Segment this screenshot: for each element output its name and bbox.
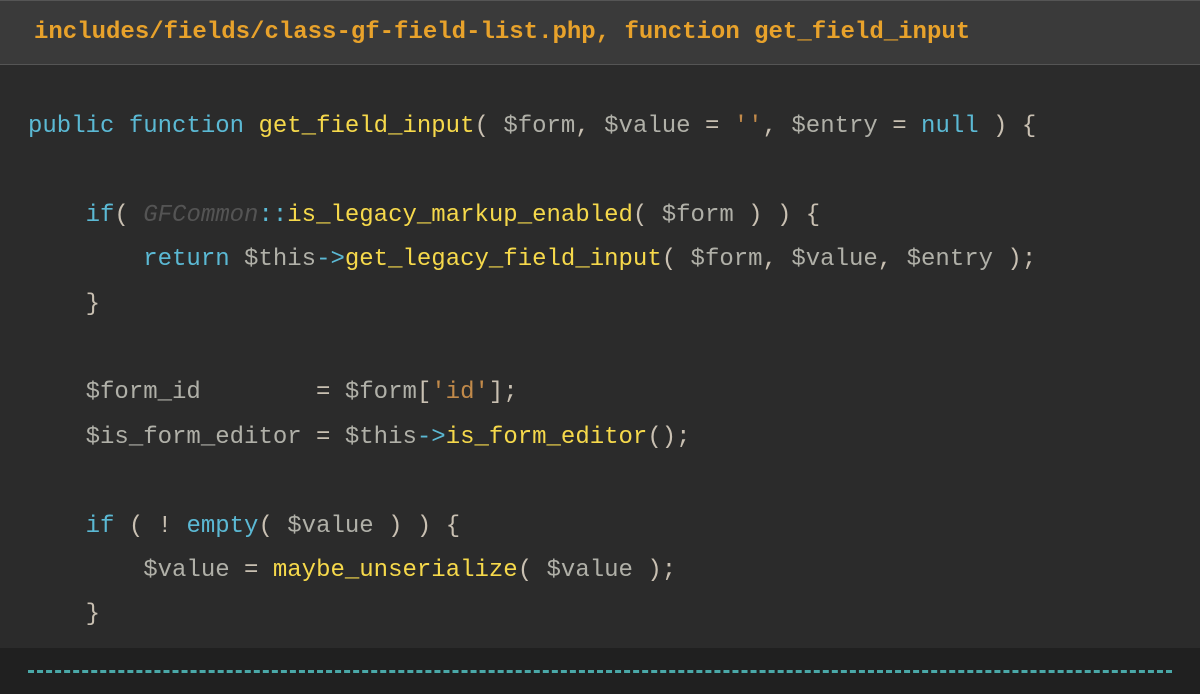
code-token: (); (647, 424, 690, 451)
code-token: = (878, 113, 921, 140)
code-token: ); (633, 557, 676, 584)
code-token: } (28, 601, 100, 628)
code-token: return (143, 246, 229, 273)
code-token (28, 424, 86, 451)
code-token: empty (186, 513, 258, 540)
code-token: $value (143, 557, 229, 584)
code-token (28, 379, 86, 406)
code-token: ( (475, 113, 504, 140)
header-title: includes/fields/class-gf-field-list.php,… (34, 19, 970, 46)
code-token: $form (503, 113, 575, 140)
code-token: $entry (907, 246, 993, 273)
code-token: $value (547, 557, 633, 584)
code-token: public (28, 113, 114, 140)
code-token: null (921, 113, 979, 140)
code-token: ( (633, 202, 662, 229)
code-token (28, 246, 143, 273)
code-token: ); (993, 246, 1036, 273)
code-token: $form_id (86, 379, 201, 406)
code-token: get_legacy_field_input (345, 246, 662, 273)
code-token: $value (604, 113, 690, 140)
code-token: '' (734, 113, 763, 140)
section-divider (28, 670, 1172, 673)
code-token: , (763, 246, 792, 273)
code-token: GFCommon (143, 202, 258, 229)
code-token: function (129, 113, 244, 140)
code-token: $entry (791, 113, 877, 140)
code-token: [ (417, 379, 431, 406)
code-token: maybe_unserialize (273, 557, 518, 584)
code-token: if (86, 202, 115, 229)
code-token: ( (518, 557, 547, 584)
code-token: $this (345, 424, 417, 451)
code-token (28, 557, 143, 584)
code-token (114, 113, 128, 140)
code-token: ) ) { (734, 202, 820, 229)
code-token: $this (244, 246, 316, 273)
code-token: = (691, 113, 734, 140)
code-block: public function get_field_input( $form, … (0, 65, 1200, 648)
code-token: 'id' (431, 379, 489, 406)
code-token: :: (258, 202, 287, 229)
code-token: is_form_editor (446, 424, 648, 451)
code-token: $value (287, 513, 373, 540)
code-token: $is_form_editor (86, 424, 302, 451)
code-token: ( (662, 246, 691, 273)
code-token: $value (791, 246, 877, 273)
file-function-header: includes/fields/class-gf-field-list.php,… (0, 0, 1200, 65)
code-token: , (878, 246, 907, 273)
code-token: if (86, 513, 115, 540)
code-token: ( ! (114, 513, 186, 540)
code-token: $form (691, 246, 763, 273)
code-token: ( (258, 513, 287, 540)
code-token (28, 513, 86, 540)
code-token: ) { (979, 113, 1037, 140)
code-token: = (230, 557, 273, 584)
code-token (244, 113, 258, 140)
code-token: ) ) { (374, 513, 460, 540)
code-token: = (302, 424, 345, 451)
code-token: ]; (489, 379, 518, 406)
code-token: ( (114, 202, 143, 229)
code-token: -> (417, 424, 446, 451)
code-token: , (575, 113, 604, 140)
code-token (230, 246, 244, 273)
code-token: is_legacy_markup_enabled (287, 202, 633, 229)
code-content: public function get_field_input( $form, … (28, 105, 1172, 638)
code-token: $form (345, 379, 417, 406)
code-token: $form (662, 202, 734, 229)
code-token: -> (316, 246, 345, 273)
code-token: get_field_input (258, 113, 474, 140)
code-token (28, 202, 86, 229)
code-token: = (201, 379, 345, 406)
code-token: } (28, 291, 100, 318)
code-token: , (763, 113, 792, 140)
